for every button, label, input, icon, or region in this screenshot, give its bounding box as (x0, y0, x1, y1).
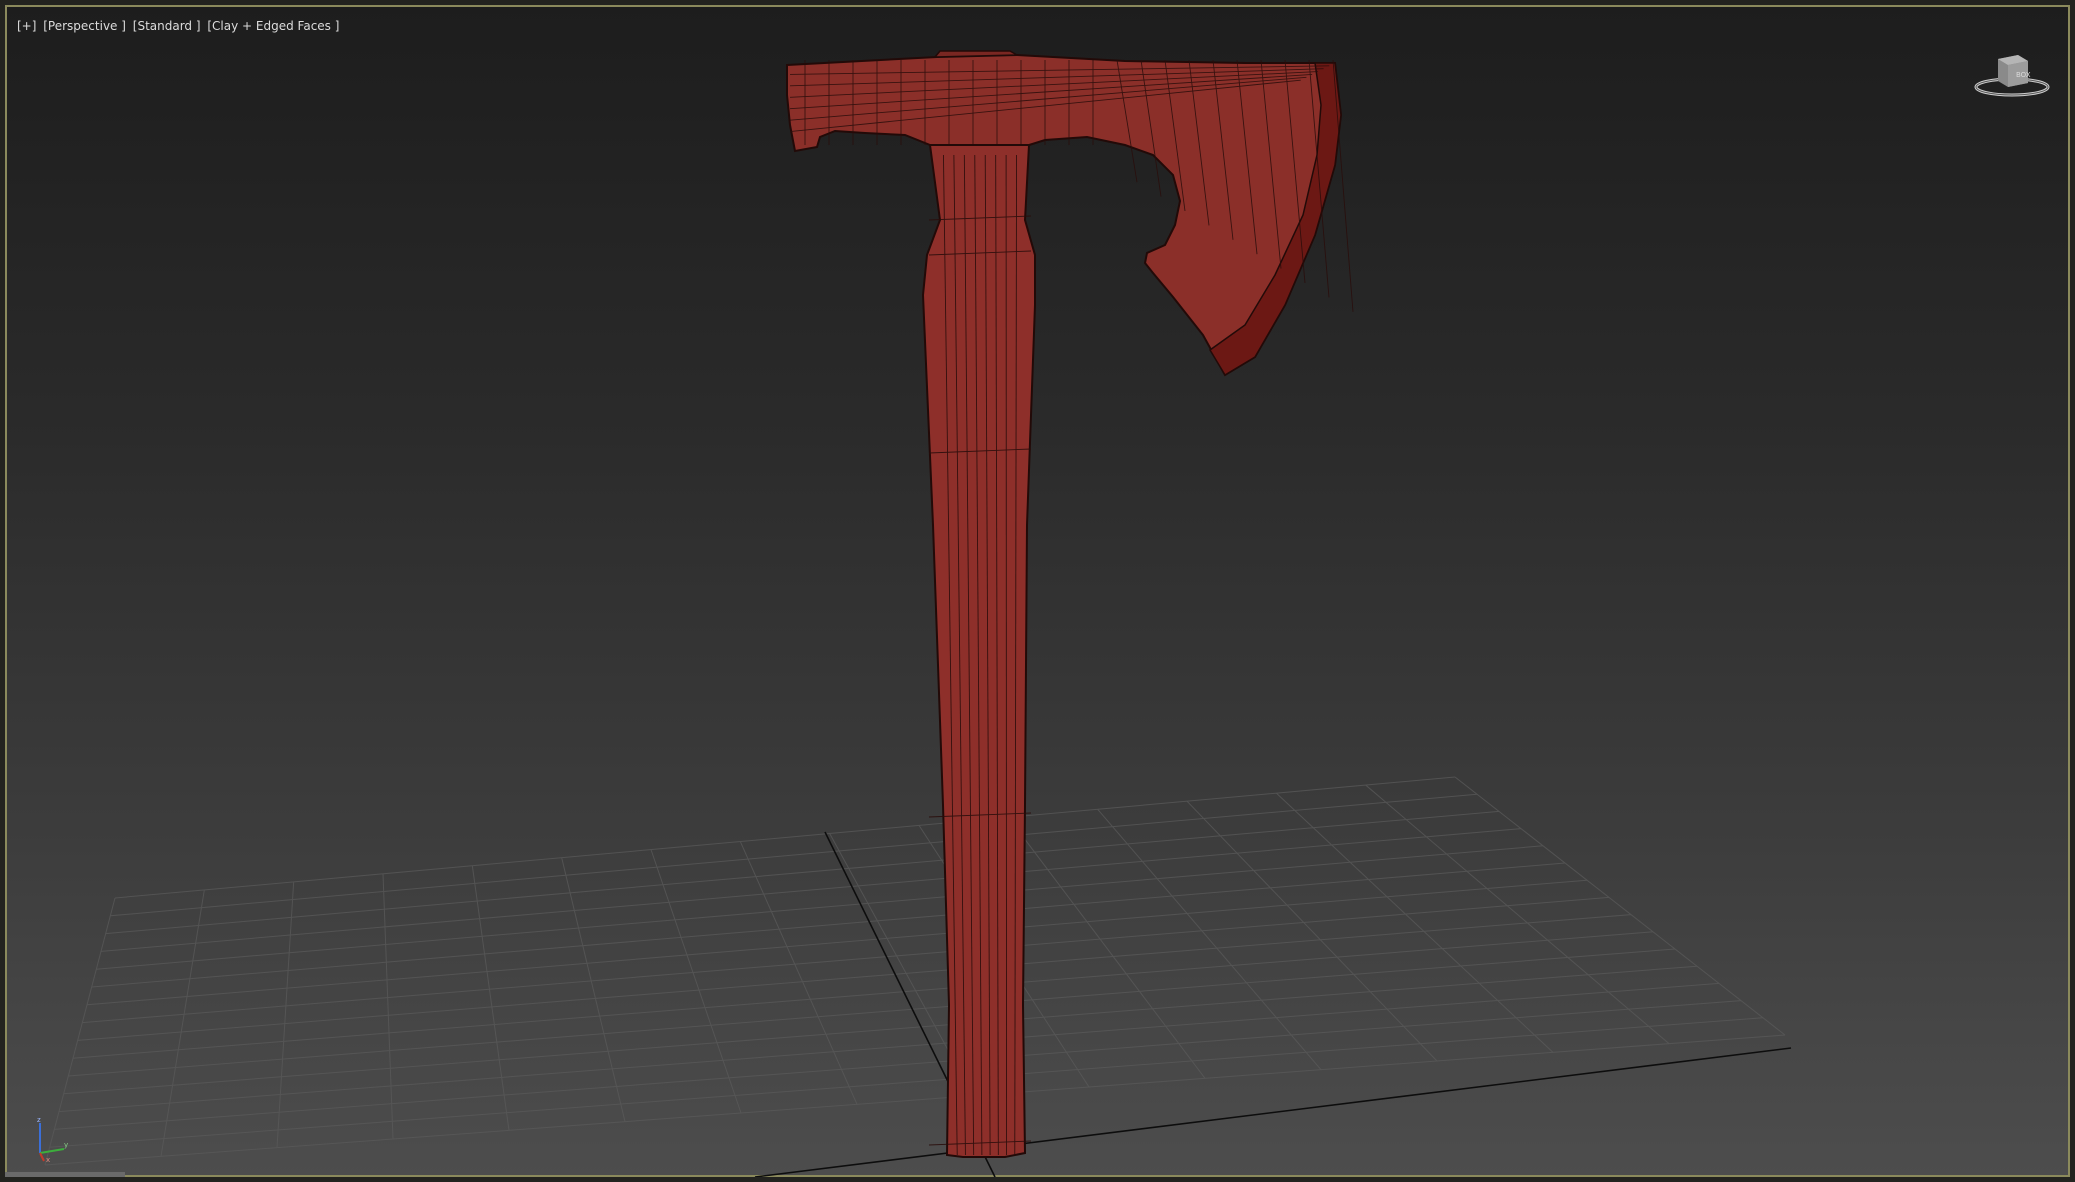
grid-line (91, 862, 1566, 988)
axis-z-label: z (37, 1117, 41, 1124)
grid-line (63, 965, 1698, 1095)
grid-line (739, 841, 858, 1105)
axis-x-label: x (46, 1156, 50, 1163)
grid-line (1007, 817, 1206, 1079)
grid-line (105, 810, 1500, 935)
grid-line (49, 1017, 1764, 1148)
perspective-viewport[interactable]: [+] [Perspective ] [Standard ] [Clay + E… (0, 0, 2075, 1182)
grid-line (86, 879, 1588, 1006)
head-edge (1332, 59, 1354, 312)
grid-line (54, 1000, 1742, 1130)
grid-line (44, 1034, 1786, 1166)
axe-head[interactable] (786, 50, 1354, 377)
grid-line (276, 881, 295, 1148)
grid-line (82, 896, 1610, 1024)
world-axis-lines (754, 831, 1792, 1177)
axis-y-label: y (64, 1141, 68, 1149)
grid-line (114, 776, 1456, 899)
grid-line (471, 865, 510, 1131)
grid-line (68, 948, 1676, 1077)
viewcube-face-label: BOX (2016, 71, 2031, 79)
grid-line (650, 849, 742, 1114)
grid-line (58, 982, 1720, 1113)
axis-tripod-icon: z y x (37, 1117, 68, 1163)
axe-mesh[interactable] (786, 50, 1354, 1158)
grid-line (160, 889, 205, 1157)
grid-line (1365, 784, 1670, 1045)
grid-line (382, 873, 394, 1140)
viewcube-icon[interactable]: BOX (1970, 45, 2054, 105)
scene-canvas[interactable] (5, 5, 2070, 1177)
axe-handle[interactable] (921, 144, 1036, 1158)
grid-line (100, 828, 1522, 952)
grid-line (110, 793, 1478, 917)
grid-line (96, 845, 1544, 970)
viewport-corner-tab (5, 1172, 125, 1177)
grid-line (1275, 792, 1554, 1053)
home-grid (44, 776, 1786, 1166)
grid-line (561, 857, 626, 1122)
